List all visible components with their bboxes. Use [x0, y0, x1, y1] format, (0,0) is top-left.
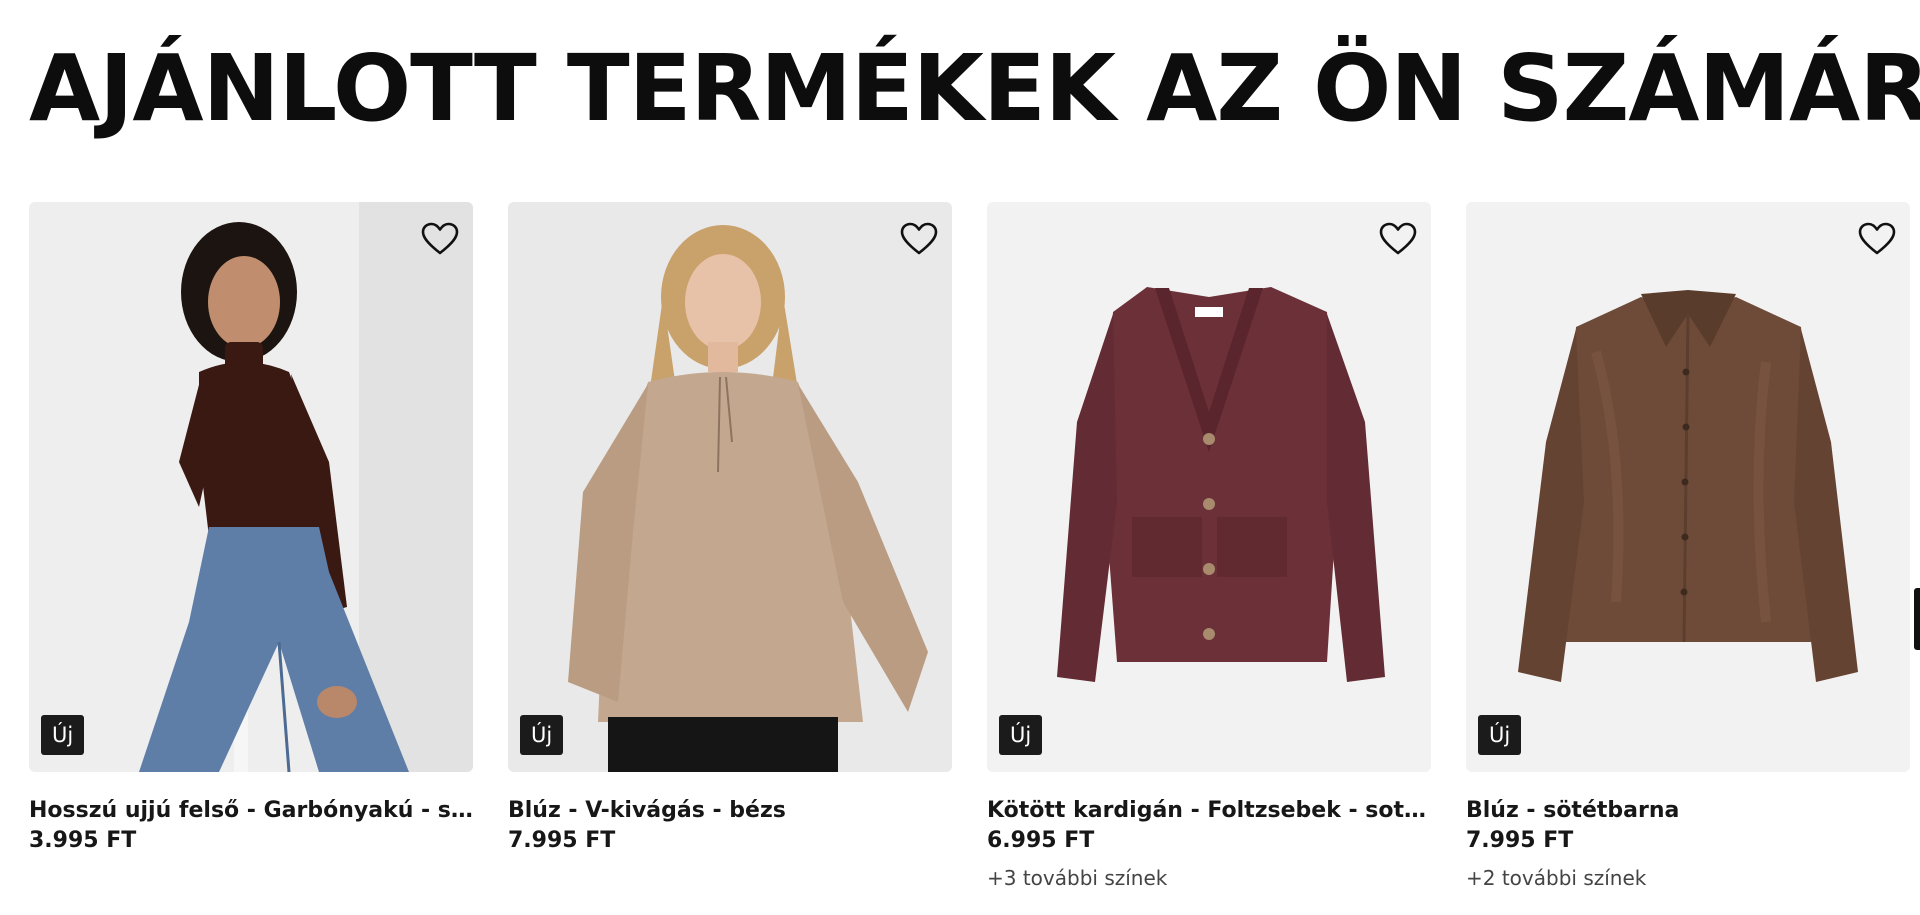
heart-outline-icon [900, 222, 938, 255]
product-name[interactable]: Kötött kardigán - Foltzsebek - sotetlila [987, 796, 1431, 826]
favorite-button[interactable] [1375, 216, 1421, 262]
product-carousel: Új Hosszú ujjú felső - Garbónyakú - söté… [29, 202, 1910, 892]
recommended-products-page: AJÁNLOTT TERMÉKEK AZ ÖN SZÁMÁRA Új Hossz… [0, 0, 1920, 915]
favorite-button[interactable] [1854, 216, 1900, 262]
product-card[interactable]: Új Blúz - sötétbarna 7.995 FT +2 további… [1466, 202, 1910, 892]
product-card[interactable]: Új Blúz - V-kivágás - bézs 7.995 FT [508, 202, 952, 892]
product-image[interactable]: Új [508, 202, 952, 772]
product-photo-cardigan [987, 202, 1431, 772]
product-image[interactable]: Új [987, 202, 1431, 772]
new-badge: Új [520, 715, 564, 755]
new-badge: Új [999, 715, 1043, 755]
favorite-button[interactable] [896, 216, 942, 262]
section-title: AJÁNLOTT TERMÉKEK AZ ÖN SZÁMÁRA [29, 35, 1920, 142]
product-price: 7.995 FT [508, 828, 616, 853]
product-card[interactable]: Új Hosszú ujjú felső - Garbónyakú - söté… [29, 202, 473, 892]
product-image[interactable]: Új [1466, 202, 1910, 772]
favorite-button[interactable] [417, 216, 463, 262]
product-image[interactable]: Új [29, 202, 473, 772]
product-photo-blouse [508, 202, 952, 772]
product-name[interactable]: Blúz - V-kivágás - bézs [508, 796, 952, 826]
product-name[interactable]: Blúz - sötétbarna [1466, 796, 1910, 826]
product-photo-satin-blouse [1466, 202, 1910, 772]
heart-outline-icon [1858, 222, 1896, 255]
product-price: 3.995 FT [29, 828, 137, 853]
carousel-scroll-handle[interactable] [1914, 588, 1920, 650]
product-price: 7.995 FT [1466, 828, 1574, 853]
product-photo-turtleneck [29, 202, 473, 772]
product-price: 6.995 FT [987, 828, 1095, 853]
new-badge: Új [1478, 715, 1522, 755]
more-colors-link[interactable]: +2 további színek [1466, 864, 1910, 892]
product-name[interactable]: Hosszú ujjú felső - Garbónyakú - sötétba… [29, 796, 473, 826]
product-card[interactable]: Új Kötött kardigán - Foltzsebek - sotetl… [987, 202, 1431, 892]
heart-outline-icon [1379, 222, 1417, 255]
more-colors-link[interactable]: +3 további színek [987, 864, 1431, 892]
heart-outline-icon [421, 222, 459, 255]
new-badge: Új [41, 715, 85, 755]
